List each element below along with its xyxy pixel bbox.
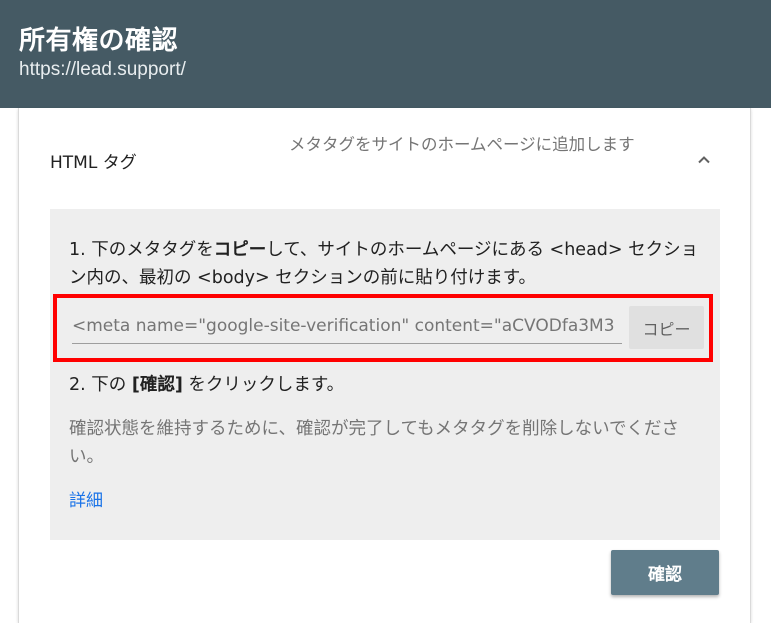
verify-button[interactable]: 確認: [611, 550, 719, 595]
chevron-up-icon[interactable]: [692, 148, 716, 172]
details-link[interactable]: 詳細: [69, 486, 103, 511]
instructions-panel: 1. 下のメタタグをコピーして、サイトのホームページにある <head> セクシ…: [50, 209, 720, 540]
copy-button[interactable]: コピー: [629, 306, 704, 349]
header-bar: 所有権の確認 https://lead.support/: [0, 0, 771, 108]
method-description: メタタグをサイトのホームページに追加します: [289, 135, 635, 154]
method-name: HTML タグ: [50, 153, 137, 173]
verification-method-card: HTML タグ メタタグをサイトのホームページに追加します 1. 下のメタタグを…: [18, 108, 751, 623]
keep-tag-note: 確認状態を維持するために、確認が完了してもメタタグを削除しないでください。: [69, 419, 680, 467]
property-url: https://lead.support/: [19, 59, 186, 80]
step-1-text: 1. 下のメタタグをコピーして、サイトのホームページにある <head> セクシ…: [69, 240, 699, 288]
meta-tag-highlight: <meta name="google-site-verification" co…: [53, 294, 713, 362]
step-2-text: 2. 下の [確認] をクリックします。: [69, 375, 345, 395]
meta-tag-field[interactable]: <meta name="google-site-verification" co…: [72, 311, 622, 344]
page-title: 所有権の確認: [19, 26, 179, 56]
